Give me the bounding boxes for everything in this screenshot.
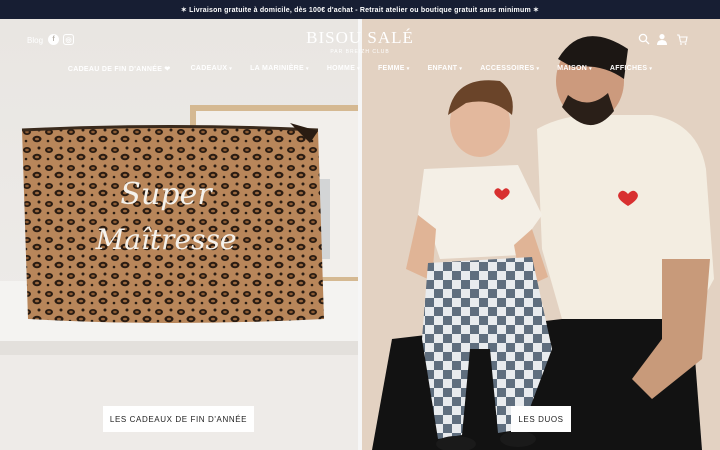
- nav-label: FEMME: [377, 65, 405, 72]
- nav-item-affiches[interactable]: AFFICHES ▾: [601, 65, 661, 73]
- chevron-down-icon: ▾: [306, 66, 309, 72]
- main-navigation: CADEAU DE FIN D'ANNÉE ❤ CADEAUX ▾ LA MARI…: [0, 65, 720, 73]
- pouch-text-line1: Super: [120, 177, 213, 212]
- account-icon[interactable]: [656, 33, 668, 45]
- nav-label: LA MARINIÈRE: [250, 65, 305, 72]
- nav-item-enfant[interactable]: ENFANT ▾: [419, 65, 472, 73]
- announcement-bar: ✶ Livraison gratuite à domicile, dès 100…: [0, 0, 720, 19]
- chevron-down-icon: ▾: [459, 66, 463, 72]
- chevron-down-icon: ▾: [357, 66, 360, 72]
- nav-label: AFFICHES: [609, 65, 648, 72]
- chevron-down-icon: ▾: [589, 66, 592, 72]
- nav-item-femme[interactable]: FEMME ▾: [369, 65, 419, 73]
- nav-item-cadeau-fin-annee[interactable]: CADEAU DE FIN D'ANNÉE ❤: [59, 65, 182, 73]
- nav-item-maison[interactable]: MAISON ▾: [548, 65, 601, 73]
- cadeaux-fin-annee-button[interactable]: LES CADEAUX DE FIN D'ANNÉE: [103, 406, 254, 432]
- nav-label: ACCESSOIRES: [480, 65, 535, 72]
- nav-item-cadeaux[interactable]: CADEAUX ▾: [182, 65, 242, 73]
- nav-label: CADEAUX: [190, 65, 228, 72]
- cart-icon[interactable]: [676, 33, 688, 45]
- site-logo-subtitle: PAR BREIZH CLUB: [330, 49, 390, 55]
- nav-item-accessoires[interactable]: ACCESSOIRES ▾: [471, 65, 548, 73]
- announcement-text: ✶ Livraison gratuite à domicile, dès 100…: [180, 6, 540, 14]
- duos-button[interactable]: LES DUOS: [511, 406, 571, 432]
- chevron-down-icon: ▾: [406, 66, 410, 72]
- site-logo[interactable]: BISOU SALÉ: [0, 28, 720, 48]
- site-header: Blog f ◎ BISOU SALÉ PAR BREIZH CLUB CADE…: [0, 19, 720, 89]
- nav-label: CADEAU DE FIN D'ANNÉE ❤: [67, 66, 171, 73]
- nav-label: ENFANT: [427, 65, 458, 72]
- nav-item-homme[interactable]: HOMME ▾: [318, 65, 369, 73]
- chevron-down-icon: ▾: [229, 66, 233, 72]
- pouch-text-line2: Maîtresse: [95, 223, 237, 256]
- chevron-down-icon: ▾: [536, 66, 540, 72]
- nav-label: HOMME: [326, 65, 356, 72]
- search-icon[interactable]: [638, 33, 650, 45]
- nav-item-la-mariniere[interactable]: LA MARINIÈRE ▾: [241, 65, 318, 73]
- nav-label: MAISON: [557, 65, 588, 72]
- chevron-down-icon: ▾: [649, 66, 653, 72]
